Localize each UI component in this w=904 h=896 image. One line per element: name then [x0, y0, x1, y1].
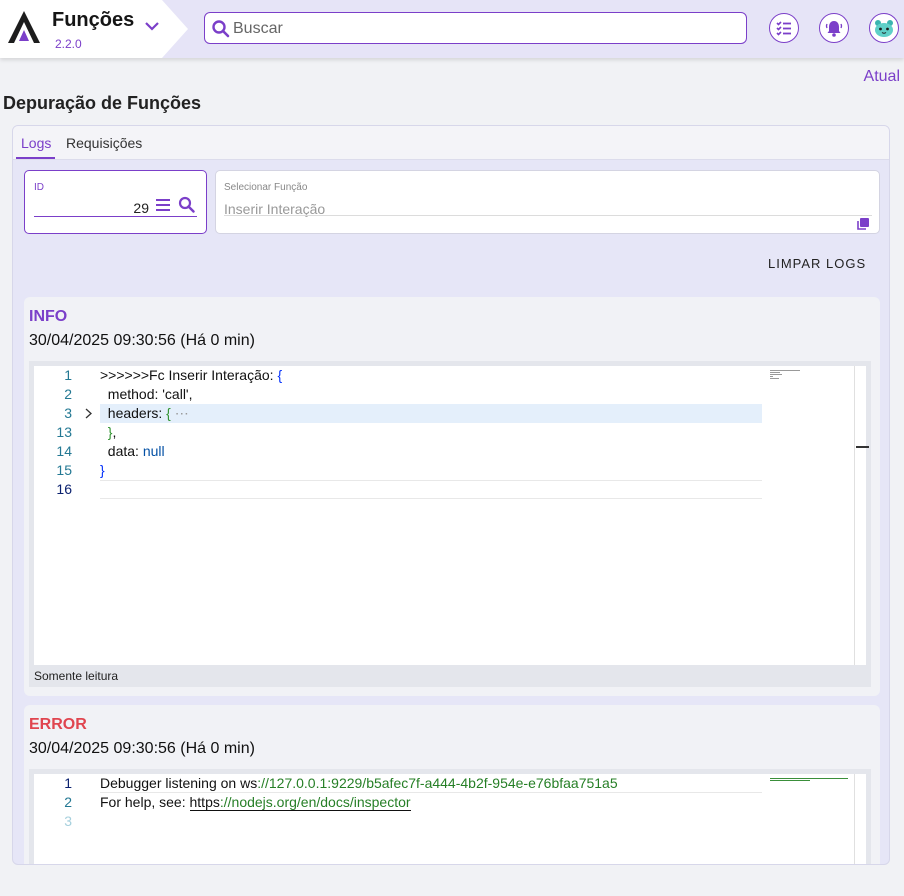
brand-area: Funções 2.2.0 [0, 0, 188, 58]
fold-arrow-icon[interactable] [83, 408, 94, 419]
log-timestamp: 30/04/2025 09:30:56 (Há 0 min) [29, 740, 255, 757]
minimap[interactable] [769, 366, 855, 665]
code-editor[interactable]: 1 >>>>>>Fc Inserir Interação: { 2 method… [29, 361, 871, 665]
minimap[interactable] [769, 774, 855, 864]
line-number: 1 [64, 775, 72, 791]
line-number: 15 [56, 462, 72, 478]
code-text: method: 'call', [100, 386, 193, 402]
page-title: Depuração de Funções [3, 93, 202, 113]
clear-logs-button[interactable]: LIMPAR LOGS [768, 256, 866, 271]
code-line: 13 }, [34, 423, 869, 442]
function-field-label: Selecionar Função [224, 182, 308, 193]
folded-ellipsis[interactable]: ⋯ [171, 405, 189, 421]
chevron-down-icon[interactable] [142, 16, 162, 36]
id-field[interactable]: ID 29 [24, 170, 207, 234]
search-box[interactable] [204, 12, 747, 44]
scrollbar-marker [856, 446, 869, 448]
top-bar: Funções 2.2.0 [0, 0, 904, 58]
code-text: , [112, 424, 117, 440]
code-line: 2 For help, see: https://nodejs.org/en/d… [34, 793, 869, 812]
active-tab-indicator [16, 157, 55, 159]
code-editor[interactable]: 1 Debugger listening on ws://127.0.0.1:9… [29, 769, 871, 864]
line-number: 16 [56, 481, 72, 497]
code-line: 14 data: null [34, 442, 869, 461]
log-entry-info: INFO 30/04/2025 09:30:56 (Há 0 min) 1 >>… [24, 297, 880, 696]
line-number: 3 [64, 405, 72, 421]
line-number: 2 [64, 386, 72, 402]
scrollbar-track[interactable] [854, 366, 855, 665]
copy-icon[interactable] [856, 217, 870, 231]
search-icon [212, 20, 230, 38]
line-number: 14 [56, 443, 72, 459]
read-only-status: Somente leitura [29, 665, 871, 687]
line-number: 13 [56, 424, 72, 440]
current-link[interactable]: Atual [864, 68, 900, 86]
code-text[interactable]: https [190, 794, 220, 810]
code-line: 2 method: 'call', [34, 385, 869, 404]
logo-icon [8, 11, 40, 43]
line-number: 3 [64, 813, 72, 829]
tab-logs[interactable]: Logs [21, 135, 51, 151]
app-version: 2.2.0 [55, 37, 82, 51]
avatar-icon [875, 20, 893, 37]
code-link[interactable]: ://127.0.0.1:9229/b5afec7f-a444-4b2f-954… [257, 775, 617, 791]
code-bracket: } [100, 462, 105, 478]
line-number: 1 [64, 367, 72, 383]
function-select-field[interactable]: Selecionar Função Inserir Interação [215, 170, 880, 234]
code-text: data: [100, 443, 143, 459]
code-link[interactable]: ://nodejs.org/en/docs/inspector [220, 794, 411, 810]
notifications-button[interactable] [819, 13, 849, 43]
id-underline [34, 216, 197, 217]
search-input[interactable] [233, 17, 733, 41]
id-field-label: ID [34, 182, 44, 193]
code-text: headers: [100, 405, 167, 421]
log-level: INFO [29, 308, 68, 325]
scrollbar-track[interactable] [854, 774, 855, 864]
code-bracket: } [100, 424, 113, 440]
list-icon[interactable] [155, 197, 171, 213]
tab-requisicoes[interactable]: Requisições [66, 135, 142, 151]
tasks-button[interactable] [769, 13, 799, 43]
code-line: 16 [34, 480, 869, 499]
bell-icon [825, 21, 843, 37]
log-timestamp: 30/04/2025 09:30:56 (Há 0 min) [29, 332, 255, 349]
task-list-icon [776, 21, 791, 36]
tab-bar: Logs Requisições [13, 126, 889, 160]
code-line: 3 [34, 812, 869, 831]
code-text: For help, see: [100, 794, 190, 810]
code-line: 1 Debugger listening on ws://127.0.0.1:9… [34, 774, 869, 793]
app-name: Funções [52, 9, 135, 31]
log-entry-error: ERROR 30/04/2025 09:30:56 (Há 0 min) 1 D… [24, 705, 880, 864]
log-level: ERROR [29, 716, 87, 733]
function-underline [224, 215, 872, 216]
user-avatar-button[interactable] [869, 13, 899, 43]
code-bracket: { [277, 367, 283, 383]
code-keyword: null [142, 443, 165, 459]
code-line: 3 headers: { ⋯ [34, 404, 869, 423]
id-input[interactable]: 29 [34, 200, 149, 216]
debug-card: Logs Requisições ID 29 Selecionar Função… [12, 125, 890, 865]
magnifier-icon[interactable] [178, 196, 195, 213]
code-text: >>>>>>Fc Inserir Interação: [100, 367, 278, 383]
code-line: 1 >>>>>>Fc Inserir Interação: { [34, 366, 869, 385]
code-line: 15 } [34, 461, 869, 480]
line-number: 2 [64, 794, 72, 810]
code-text: Debugger listening on ws [100, 775, 258, 791]
